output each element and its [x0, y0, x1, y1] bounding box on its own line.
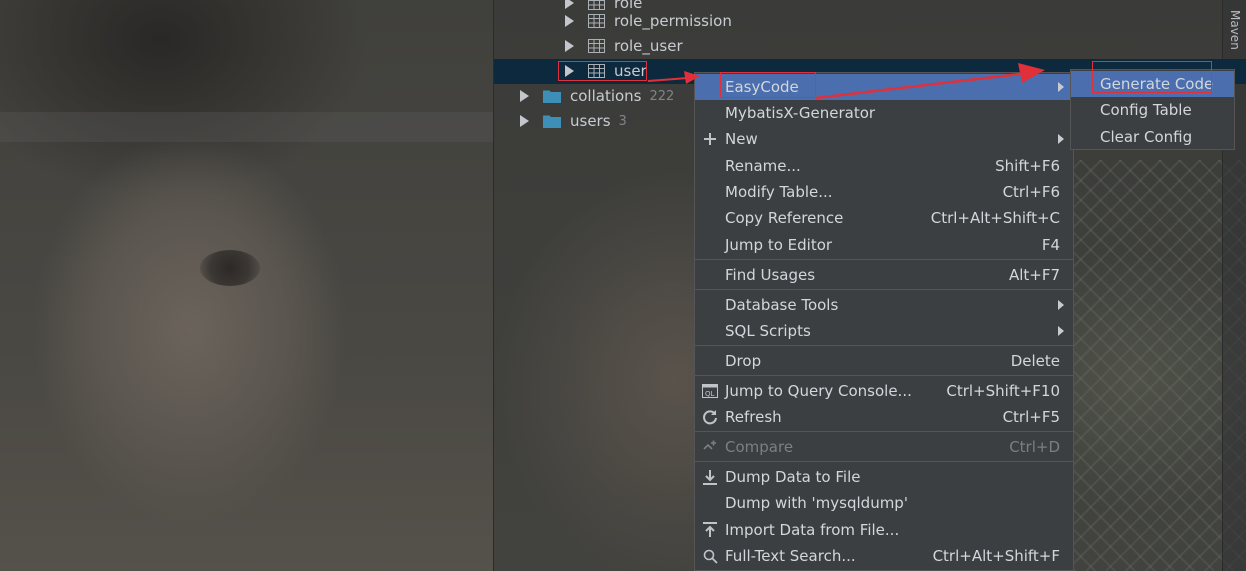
menu-item-shortcut: Alt+F7 — [1008, 266, 1060, 284]
svg-text:QL: QL — [705, 390, 715, 398]
menu-item-shortcut: Ctrl+Shift+F10 — [946, 382, 1060, 400]
menu-item-label: MybatisX-Generator — [725, 104, 876, 122]
menu-item-import-data-from-file[interactable]: Import Data from File... — [695, 517, 1073, 543]
refresh-icon — [701, 408, 719, 426]
menu-item-label: Find Usages — [725, 266, 816, 284]
menu-item-jump-to-editor[interactable]: Jump to Editor F4 — [695, 232, 1073, 258]
menu-item-dump-with-mysqldump[interactable]: Dump with 'mysqldump' — [695, 490, 1073, 516]
menu-item-refresh[interactable]: Refresh Ctrl+F5 — [695, 404, 1073, 430]
panel-divider — [493, 0, 494, 571]
submenu-item-clear-config[interactable]: Clear Config — [1071, 124, 1234, 150]
menu-item-shortcut: Ctrl+F6 — [1002, 183, 1060, 201]
menu-item-label: Compare — [725, 438, 794, 456]
menu-item-label: New — [725, 130, 758, 148]
download-icon — [701, 468, 719, 486]
expand-arrow-icon[interactable] — [565, 15, 574, 27]
menu-item-label: Dump with 'mysqldump' — [725, 494, 908, 512]
menu-item-database-tools[interactable]: Database Tools — [695, 292, 1073, 318]
menu-separator — [695, 259, 1073, 260]
background-mesh — [1074, 160, 1246, 571]
tree-item-collations[interactable]: collations 222 — [520, 84, 674, 108]
tree-item-label: role_permission — [614, 12, 732, 30]
menu-item-dump-data-to-file[interactable]: Dump Data to File — [695, 464, 1073, 490]
search-icon — [701, 547, 719, 565]
menu-separator — [695, 289, 1073, 290]
background-photo-left — [0, 0, 494, 571]
background-band — [0, 112, 494, 142]
menu-item-label: Dump Data to File — [725, 468, 861, 486]
menu-separator — [695, 375, 1073, 376]
maven-tab[interactable]: Maven — [1226, 6, 1242, 54]
tree-item-count: 3 — [618, 113, 627, 129]
menu-item-label: Import Data from File... — [725, 521, 900, 539]
menu-separator — [695, 431, 1073, 432]
menu-item-new[interactable]: New — [695, 126, 1073, 152]
folder-icon — [543, 90, 561, 103]
tree-item-label: role_user — [614, 37, 683, 55]
compare-icon — [701, 438, 719, 456]
table-icon — [588, 39, 605, 53]
submenu-item-label: Config Table — [1100, 101, 1192, 119]
plus-icon — [701, 130, 719, 148]
expand-arrow-icon[interactable] — [565, 0, 574, 9]
menu-item-label: Modify Table... — [725, 183, 833, 201]
menu-item-full-text-search[interactable]: Full-Text Search... Ctrl+Alt+Shift+F — [695, 543, 1073, 569]
expand-arrow-icon[interactable] — [565, 40, 574, 52]
submenu-arrow-icon — [1058, 82, 1064, 92]
tree-item-label: collations — [570, 87, 642, 105]
menu-item-shortcut: Ctrl+D — [1009, 438, 1060, 456]
menu-item-shortcut: Ctrl+Alt+Shift+C — [930, 209, 1060, 227]
submenu-arrow-icon — [1058, 134, 1064, 144]
menu-item-shortcut: Shift+F6 — [995, 157, 1060, 175]
tree-item-label: users — [570, 112, 611, 130]
menu-separator — [695, 461, 1073, 462]
menu-item-mybatisx-generator[interactable]: MybatisX-Generator — [695, 100, 1073, 126]
submenu-arrow-icon — [1058, 326, 1064, 336]
menu-item-label: Refresh — [725, 408, 782, 426]
submenu-item-config-table[interactable]: Config Table — [1071, 97, 1234, 123]
menu-item-label: Drop — [725, 352, 762, 370]
menu-item-label: Rename... — [725, 157, 801, 175]
menu-item-label: Jump to Editor — [725, 236, 833, 254]
submenu-item-label: Clear Config — [1100, 128, 1193, 146]
menu-item-shortcut: Delete — [1010, 352, 1060, 370]
menu-item-label: Jump to Query Console... — [725, 382, 912, 400]
tree-item-role-user[interactable]: role_user — [565, 34, 683, 58]
table-icon — [588, 14, 605, 28]
menu-item-label: Database Tools — [725, 296, 839, 314]
tree-item-users[interactable]: users 3 — [520, 109, 627, 133]
menu-item-find-usages[interactable]: Find Usages Alt+F7 — [695, 262, 1073, 288]
menu-item-shortcut: Ctrl+Alt+Shift+F — [932, 547, 1060, 565]
expand-arrow-icon[interactable] — [520, 115, 529, 127]
menu-item-sql-scripts[interactable]: SQL Scripts — [695, 318, 1073, 344]
tree-item-role-permission[interactable]: role_permission — [565, 9, 732, 33]
folder-icon — [543, 115, 561, 128]
upload-icon — [701, 521, 719, 539]
menu-item-shortcut: F4 — [1041, 236, 1060, 254]
menu-item-rename[interactable]: Rename... Shift+F6 — [695, 153, 1073, 179]
expand-arrow-icon[interactable] — [520, 90, 529, 102]
submenu-arrow-icon — [1058, 300, 1064, 310]
menu-item-modify-table[interactable]: Modify Table... Ctrl+F6 — [695, 179, 1073, 205]
context-menu: EasyCode MybatisX-Generator New Rename..… — [694, 72, 1074, 571]
menu-item-label: SQL Scripts — [725, 322, 811, 340]
menu-item-drop[interactable]: Drop Delete — [695, 348, 1073, 374]
menu-item-shortcut: Ctrl+F5 — [1002, 408, 1060, 426]
annotation-box-user — [558, 61, 647, 81]
menu-item-label: Full-Text Search... — [725, 547, 856, 565]
background-detail — [200, 250, 260, 286]
query-console-icon: QL — [701, 382, 719, 400]
tree-item-count: 222 — [649, 88, 675, 104]
menu-separator — [695, 345, 1073, 346]
menu-item-compare[interactable]: Compare Ctrl+D — [695, 434, 1073, 460]
menu-item-copy-reference[interactable]: Copy Reference Ctrl+Alt+Shift+C — [695, 205, 1073, 231]
annotation-box-generate-code — [1092, 61, 1212, 93]
annotation-box-easycode — [720, 72, 816, 98]
menu-item-jump-to-query-console[interactable]: QL Jump to Query Console... Ctrl+Shift+F… — [695, 378, 1073, 404]
menu-item-label: Copy Reference — [725, 209, 844, 227]
